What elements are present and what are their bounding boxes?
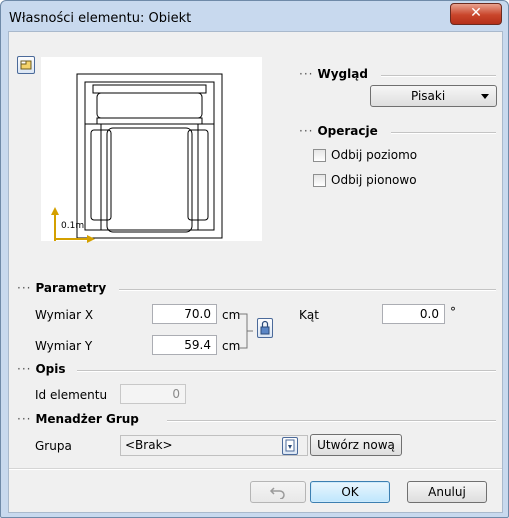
- flip-horizontal-label: Odbij poziomo: [331, 148, 418, 162]
- flip-vertical-checkbox[interactable]: [313, 174, 326, 187]
- pens-dropdown[interactable]: Pisaki: [370, 85, 497, 107]
- divider: [167, 420, 496, 422]
- scale-label: 0.1m: [61, 221, 85, 231]
- section-parametry: ··· Parametry: [17, 281, 107, 295]
- window-title: Własności elementu: Obiekt: [9, 11, 192, 26]
- dim-y-input[interactable]: 59.4: [152, 335, 217, 355]
- group-select[interactable]: <Brak>: [120, 435, 308, 456]
- divider: [77, 370, 496, 372]
- dialog-body: 0.1m ··· Wygląd Pisaki ··· Operacje Odbij …: [8, 31, 503, 513]
- lock-aspect-button[interactable]: [257, 318, 273, 338]
- group-edit-button[interactable]: [282, 437, 298, 455]
- undo-button[interactable]: [250, 481, 306, 503]
- divider: [381, 75, 496, 77]
- title-bar[interactable]: Własności elementu: Obiekt ✕: [1, 1, 508, 33]
- preview-toggle-button[interactable]: [17, 56, 35, 74]
- dim-x-input[interactable]: 70.0: [152, 304, 217, 324]
- element-id-label: Id elementu: [35, 388, 108, 402]
- dim-x-unit: cm: [222, 308, 241, 322]
- angle-input[interactable]: 0.0: [382, 304, 445, 324]
- dim-y-label: Wymiar Y: [35, 339, 93, 353]
- element-id-field: 0: [120, 384, 186, 404]
- footer-divider: [9, 468, 502, 470]
- section-grupy: ··· Menadżer Grup: [17, 412, 139, 426]
- divider: [119, 289, 496, 291]
- close-button[interactable]: ✕: [450, 3, 502, 25]
- angle-label: Kąt: [299, 308, 319, 322]
- group-label: Grupa: [35, 439, 72, 453]
- group-edit-icon: [285, 439, 295, 452]
- undo-icon: [269, 487, 285, 500]
- flip-horizontal-checkbox[interactable]: [313, 149, 326, 162]
- cancel-button[interactable]: Anuluj: [407, 481, 487, 503]
- ok-button[interactable]: OK: [310, 481, 390, 503]
- dim-x-label: Wymiar X: [35, 308, 94, 322]
- chevron-down-icon: [481, 94, 489, 99]
- section-opis: ··· Opis: [17, 362, 66, 376]
- flip-vertical-label: Odbij pionowo: [331, 173, 417, 187]
- create-group-button[interactable]: Utwórz nową: [310, 434, 402, 456]
- divider: [391, 132, 496, 134]
- section-operacje: ··· Operacje: [299, 124, 378, 138]
- section-wyglad: ··· Wygląd: [299, 67, 368, 81]
- preview-toggle-icon: [20, 60, 32, 70]
- properties-dialog: Własności elementu: Obiekt ✕ 0.1m ··· Wy…: [0, 0, 509, 518]
- close-icon: ✕: [470, 5, 482, 21]
- lock-icon: [260, 320, 270, 335]
- object-preview: 0.1m: [41, 57, 262, 243]
- angle-unit: °: [450, 305, 456, 319]
- dim-y-unit: cm: [222, 339, 241, 353]
